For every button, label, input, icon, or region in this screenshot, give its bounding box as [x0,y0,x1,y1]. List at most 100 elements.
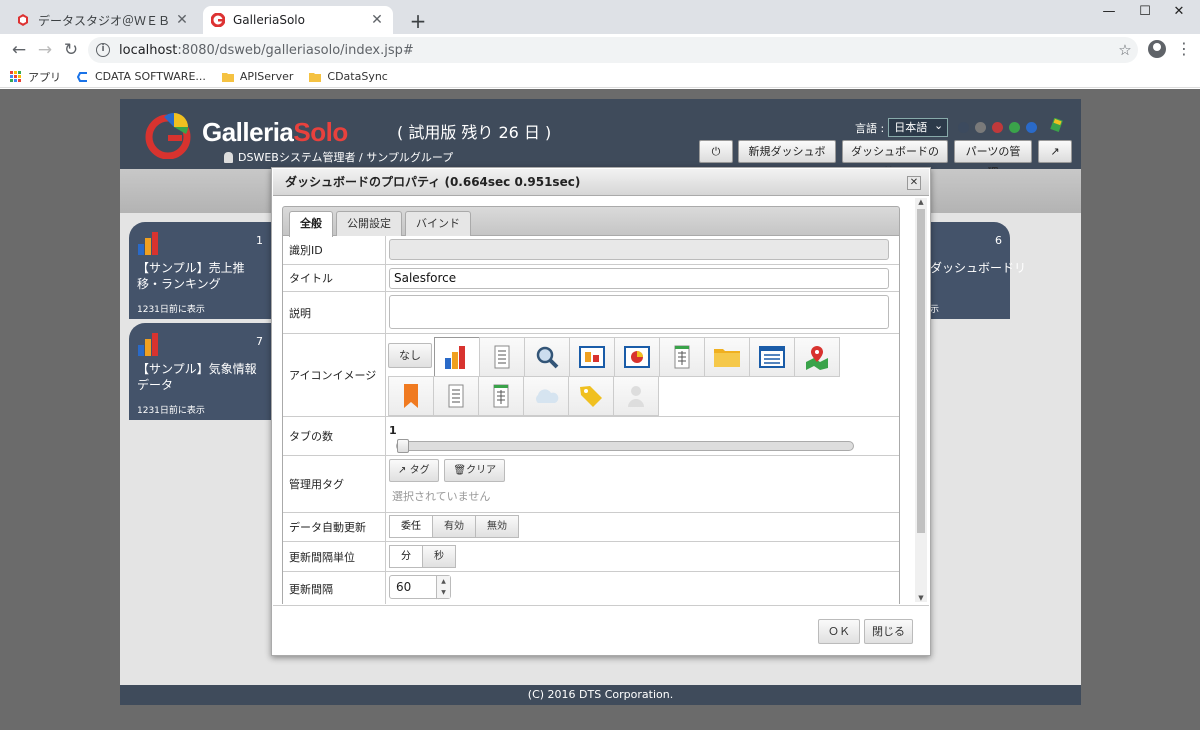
folder-icon [714,349,740,367]
icon-option[interactable] [388,376,434,416]
tab-general[interactable]: 全般 [289,211,333,237]
browser-toolbar: ← → ↻ i localhost:8080/dsweb/galleriasol… [0,34,1200,66]
tab-close-icon[interactable]: ✕ [174,12,190,28]
tab-bind[interactable]: バインド [405,211,471,236]
dashboard-card[interactable]: 6 ダッシュボードリ 示 [930,222,1026,319]
theme-red-button[interactable] [992,122,1003,133]
spreadsheet-icon [674,345,690,369]
row-tab-count: タブの数 1 [283,417,899,456]
icon-option[interactable] [614,337,660,377]
icon-option[interactable] [478,376,524,416]
row-auto-refresh: データ自動更新 委任 有効 無効 [283,513,899,542]
dialog-title: ダッシュボードのプロパティ (0.664sec 0.951sec) ✕ [273,169,929,196]
cloud-icon [536,389,559,403]
reload-icon[interactable]: ↻ [60,39,82,61]
dashboard-card[interactable]: 1 【サンプル】売上推移・ランキング 1231日前に表示 [129,222,271,319]
close-button[interactable]: 閉じる [864,619,913,644]
address-bar[interactable]: i localhost:8080/dsweb/galleriasolo/inde… [88,37,1138,63]
scrollbar-thumb[interactable] [917,209,925,533]
dialog-divider [273,605,929,606]
slider-handle[interactable] [397,439,409,453]
external-link-button[interactable]: ↗ [1038,140,1072,163]
icon-option[interactable] [749,337,795,377]
dialog-close-icon[interactable]: ✕ [907,176,921,190]
bookmark-cdatasync[interactable]: CDataSync [309,70,388,83]
auto-disabled-option[interactable]: 無効 [475,515,519,538]
properties-form: 識別ID タイトル Salesforce 説明 アイコンイメージ なし タブの数… [282,236,900,604]
icon-option[interactable] [613,376,659,416]
dialog-scroll-area[interactable]: 全般 公開設定 バインド 識別ID タイトル Salesforce 説明 アイコ… [282,202,900,604]
scroll-down-icon[interactable]: ▼ [915,594,927,602]
dashboard-card[interactable]: 7 【サンプル】気象情報データ 1231日前に表示 [129,323,271,420]
folder-icon [309,72,322,82]
interval-value[interactable]: 60 [390,576,436,598]
interval-spinner[interactable]: 60 ▲ ▼ [389,575,451,599]
interval-unit-cell: 分 秒 [386,542,899,571]
icon-option[interactable] [569,337,615,377]
bar-chart-icon [138,232,158,255]
theme-blue-button[interactable] [1026,122,1037,133]
new-dashboard-button[interactable]: 新規ダッシュボード [738,140,836,179]
bookmark-apps[interactable]: アプリ [10,69,61,85]
language-select[interactable]: 日本語 [888,117,949,137]
theme-dark-blue-button[interactable] [958,122,969,133]
site-info-icon[interactable]: i [96,43,110,57]
current-user: DSWEBシステム管理者 / サンプルグループ [224,149,453,165]
card-number: 6 [995,234,1002,247]
window-close-icon[interactable]: ✕ [1156,0,1200,26]
ok-button[interactable]: ＯＫ [818,619,860,644]
icon-option[interactable] [704,337,750,377]
tag-button[interactable]: ↗ タグ [389,459,439,482]
bar-chart-icon [138,333,158,356]
description-field[interactable] [389,295,889,329]
auto-enabled-option[interactable]: 有効 [432,515,476,538]
unit-seconds-option[interactable]: 秒 [422,545,456,568]
auto-refresh-label: データ自動更新 [283,513,386,541]
menu-kebab-icon[interactable]: ⋮ [1176,40,1192,58]
forward-icon[interactable]: → [34,39,56,61]
icon-none-button[interactable]: なし [388,343,432,368]
icon-option[interactable] [659,337,705,377]
auto-refresh-cell: 委任 有効 無効 [386,513,899,541]
auto-delegate-option[interactable]: 委任 [389,515,433,538]
profile-icon[interactable] [1148,40,1166,58]
icon-option[interactable] [434,337,480,377]
back-icon[interactable]: ← [8,39,30,61]
unit-minutes-option[interactable]: 分 [389,545,423,568]
tag-link-icon: ↗ [398,465,407,476]
dialog-tabs: 全般 公開設定 バインド [282,206,900,237]
logo-accent: Solo [293,117,348,147]
theme-gray-button[interactable] [975,122,986,133]
icon-option[interactable] [479,337,525,377]
clear-button[interactable]: 🗑クリア [444,459,506,482]
theme-green-button[interactable] [1009,122,1020,133]
tab-count-slider[interactable] [396,439,854,453]
icon-option[interactable] [433,376,479,416]
browser-tab-galleriasolo[interactable]: GalleriaSolo ✕ [203,6,393,34]
icon-option[interactable] [568,376,614,416]
color-palette-icon[interactable] [1050,118,1064,132]
trial-status: ( 試用版 残り 26 日 ) [397,123,552,142]
tab-close-icon[interactable]: ✕ [369,12,385,28]
scroll-up-icon[interactable]: ▲ [915,198,927,206]
icon-option[interactable] [524,337,570,377]
manage-parts-button[interactable]: パーツの管理 [954,140,1032,179]
bookmark-apiserver[interactable]: APIServer [221,70,293,83]
spinner-up-icon[interactable]: ▲ [441,578,446,585]
manage-dashboard-button[interactable]: ダッシュボードの管理 [842,140,948,179]
document-icon [448,384,464,408]
browser-tab-login[interactable]: データスタジオ＠ＷＥＢ ログイン画面 ✕ [8,6,198,34]
bookmark-star-icon[interactable]: ☆ [1112,41,1138,59]
dialog-scrollbar[interactable]: ▲ ▼ [915,198,927,602]
tab-publish[interactable]: 公開設定 [336,211,402,236]
bookmark-cdata[interactable]: CDATA SOFTWARE... [77,70,206,83]
new-tab-icon[interactable]: + [408,9,428,33]
document-icon [494,345,510,369]
icon-option[interactable] [523,376,569,416]
logout-button[interactable]: ⏻ [699,140,733,163]
tab-count-cell: 1 [386,417,899,455]
title-field[interactable]: Salesforce [389,268,889,289]
icon-option[interactable] [794,337,840,377]
spinner-arrows: ▲ ▼ [436,576,450,598]
spinner-down-icon[interactable]: ▼ [441,589,446,596]
